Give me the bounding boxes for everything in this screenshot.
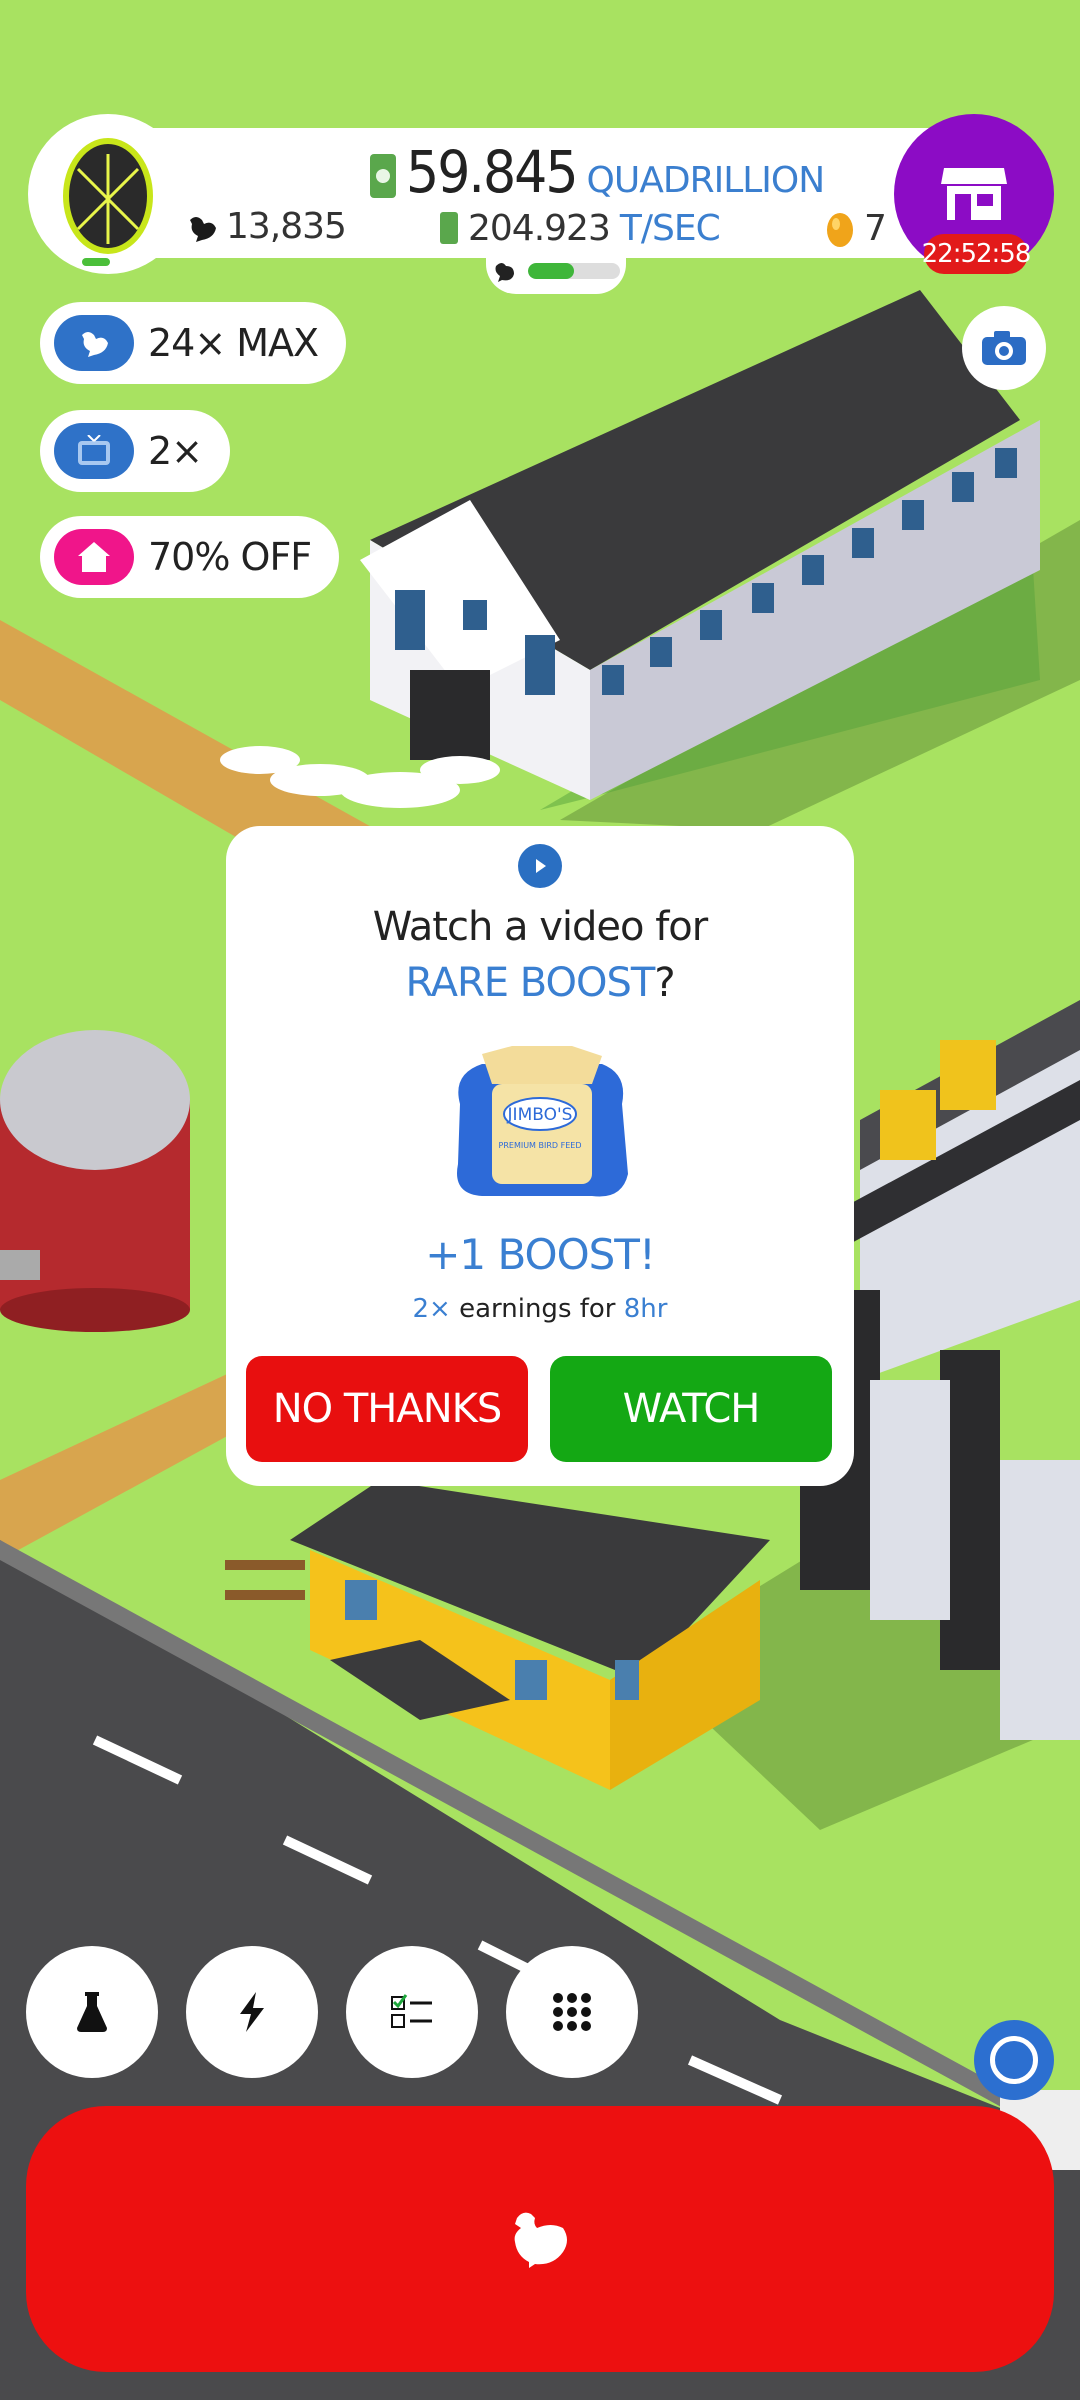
earnings-description: 2× earnings for 8hr	[226, 1294, 854, 1324]
missions-button[interactable]	[346, 1946, 478, 2078]
earnings-text: earnings for	[450, 1294, 624, 1324]
rate-value: 204.923	[468, 208, 611, 249]
earnings-duration: 8hr	[623, 1294, 668, 1324]
chicken-count: 13,835	[186, 206, 347, 247]
income-rate: 204.923 T/SEC	[440, 208, 721, 249]
golden-egg-value: 7	[864, 208, 887, 249]
boost-amount: +1 BOOST!	[425, 1230, 656, 1279]
chicken-icon	[190, 216, 216, 242]
hatch-progress-pill	[486, 248, 626, 294]
boost-pill-video[interactable]: 2×	[40, 410, 231, 492]
chick-icon	[495, 263, 514, 282]
play-icon	[518, 844, 562, 888]
cash-icon-small	[440, 212, 458, 244]
money-display: 59.845 QUADRILLION	[370, 138, 826, 208]
tv-icon	[54, 423, 134, 479]
dialog-question-mark: ?	[654, 960, 675, 1006]
grid-icon	[553, 1993, 591, 2031]
bag-brand-text: JIMBO'S	[507, 1105, 573, 1125]
dialog-highlight: RARE BOOST	[405, 960, 655, 1006]
progress-track	[528, 263, 620, 279]
progress-fill	[528, 263, 574, 279]
golden-egg-count: 7	[826, 208, 887, 249]
no-thanks-button[interactable]: NO THANKS	[246, 1356, 528, 1462]
money-value: 59.845	[406, 138, 579, 206]
earnings-multiplier: 2×	[412, 1294, 451, 1324]
cash-icon	[370, 154, 396, 198]
rate-unit: T/SEC	[619, 208, 721, 249]
menu-button[interactable]	[506, 1946, 638, 2078]
hatch-chicken-button[interactable]	[26, 2106, 1054, 2372]
shop-timer: 22:52:58	[922, 234, 1031, 274]
camera-button[interactable]	[962, 306, 1046, 390]
dialog-subtitle: RARE BOOST?	[226, 960, 854, 1006]
golden-egg-icon	[63, 138, 153, 254]
house-icon	[54, 529, 134, 585]
feed-bag-icon: JIMBO'S PREMIUM BIRD FEED	[457, 1046, 628, 1197]
boost-pill-discount[interactable]: 70% OFF	[40, 516, 340, 598]
dialog-title: Watch a video for	[372, 904, 708, 950]
money-unit: QUADRILLION	[586, 160, 826, 201]
egg-progress-indicator	[82, 258, 110, 266]
boost-button[interactable]	[186, 1946, 318, 2078]
flask-icon	[77, 1992, 107, 2032]
boost-pill-label: 70% OFF	[148, 535, 312, 579]
bag-subtitle-text: PREMIUM BIRD FEED	[499, 1141, 582, 1150]
boost-pill-label: 2×	[148, 429, 203, 473]
golden-egg-small-icon	[827, 212, 853, 247]
boost-pill-max[interactable]: 24× MAX	[40, 302, 347, 384]
store-icon	[941, 168, 1007, 220]
boost-pill-label: 24× MAX	[148, 321, 319, 365]
assistive-touch-button[interactable]	[974, 2020, 1054, 2100]
checklist-icon	[391, 1994, 432, 2028]
chicken-icon	[54, 315, 134, 371]
camera-icon	[982, 331, 1026, 365]
watch-button[interactable]: WATCH	[550, 1356, 832, 1462]
lightning-icon	[240, 1992, 264, 2032]
research-button[interactable]	[26, 1946, 158, 2078]
egg-upgrade-button[interactable]	[28, 114, 188, 274]
chicken-icon	[514, 2212, 567, 2268]
chicken-count-value: 13,835	[226, 206, 347, 247]
